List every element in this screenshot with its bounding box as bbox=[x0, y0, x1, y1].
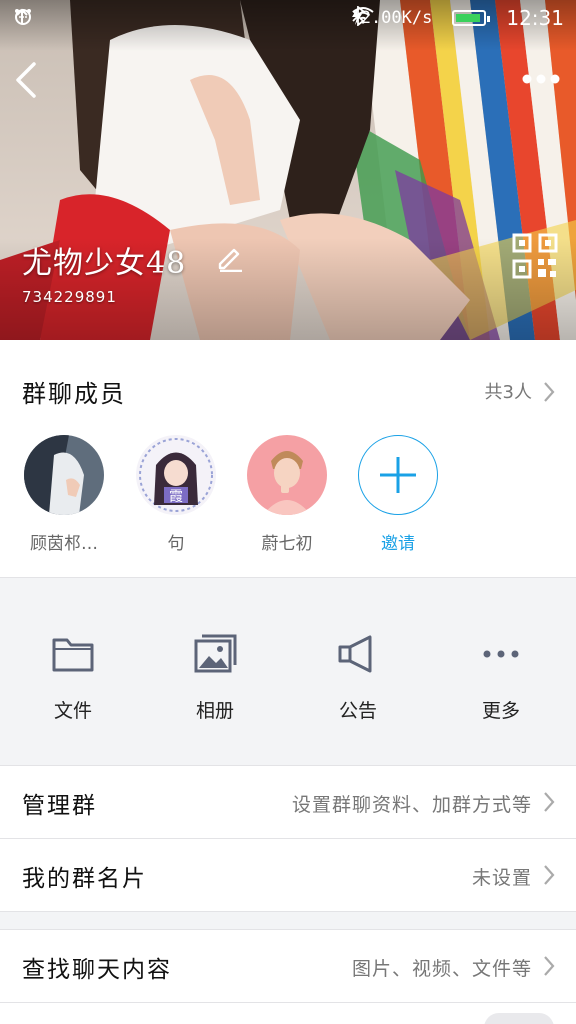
invite-label: 邀请 bbox=[381, 534, 415, 554]
members-section: 群聊成员 共3人 顾茵䢶… 霞 句 蔚七初 邀请 bbox=[0, 340, 576, 577]
row-title: 管理群 bbox=[22, 793, 97, 819]
status-bar: 2.00K/s 12:31 bbox=[0, 0, 576, 38]
plus-icon bbox=[380, 457, 416, 493]
action-label: 更多 bbox=[481, 700, 520, 722]
chevron-right-icon[interactable] bbox=[542, 380, 556, 404]
quick-actions: 文件 相册 公告 更多 bbox=[0, 580, 576, 765]
more-button[interactable] bbox=[520, 64, 562, 94]
member-name: 句 bbox=[167, 534, 185, 554]
row-divider bbox=[0, 911, 576, 912]
action-files[interactable]: 文件 bbox=[13, 632, 133, 723]
action-album[interactable]: 相册 bbox=[155, 632, 275, 723]
chevron-right-icon bbox=[544, 792, 555, 812]
member-name: 顾茵䢶… bbox=[30, 534, 98, 554]
row-value: 图片、视频、文件等 bbox=[351, 958, 532, 980]
action-more[interactable]: 更多 bbox=[441, 632, 561, 723]
chevron-right-icon bbox=[544, 865, 555, 885]
avatar bbox=[247, 435, 327, 515]
row-next bbox=[0, 1003, 576, 1024]
edit-name-button[interactable] bbox=[216, 244, 244, 272]
row-my-group-card[interactable]: 我的群名片 未设置 bbox=[0, 839, 576, 911]
invite-circle bbox=[358, 435, 438, 515]
chevron-right-icon bbox=[544, 956, 555, 976]
action-label: 公告 bbox=[338, 700, 377, 722]
action-label: 相册 bbox=[195, 700, 234, 722]
member-name: 蔚七初 bbox=[261, 534, 313, 554]
invite-button[interactable]: 邀请 bbox=[343, 435, 453, 554]
row-title: 查找聊天内容 bbox=[22, 957, 172, 983]
avatar: 霞 bbox=[136, 435, 216, 515]
group-info-page: 2.00K/s 12:31 尤物少女48 734229891 群聊成员 共3人 … bbox=[0, 0, 576, 1024]
row-manage-group[interactable]: 管理群 设置群聊资料、加群方式等 bbox=[0, 766, 576, 838]
toggle-switch[interactable] bbox=[484, 1013, 554, 1024]
row-value: 未设置 bbox=[471, 867, 532, 889]
photo-album-icon bbox=[194, 634, 237, 673]
members-count[interactable]: 共3人 bbox=[485, 378, 532, 404]
edit-icon bbox=[218, 248, 242, 272]
status-time: 12:31 bbox=[506, 6, 564, 30]
action-label: 文件 bbox=[53, 700, 92, 722]
member-item[interactable]: 霞 句 bbox=[121, 435, 231, 554]
members-title: 群聊成员 bbox=[22, 380, 126, 408]
back-button[interactable] bbox=[10, 58, 46, 102]
section-divider bbox=[0, 577, 576, 578]
svg-text:霞: 霞 bbox=[169, 489, 183, 505]
avatar bbox=[24, 435, 104, 515]
back-icon bbox=[16, 62, 36, 98]
member-item[interactable]: 蔚七初 bbox=[232, 435, 342, 554]
row-search-chat[interactable]: 查找聊天内容 图片、视频、文件等 bbox=[0, 930, 576, 1002]
row-title: 我的群名片 bbox=[22, 866, 147, 892]
row-value: 设置群聊资料、加群方式等 bbox=[291, 794, 532, 816]
more-dots-icon bbox=[483, 650, 519, 658]
folder-icon bbox=[52, 638, 94, 672]
group-id: 734229891 bbox=[22, 288, 117, 306]
member-item[interactable]: 顾茵䢶… bbox=[9, 435, 119, 554]
battery-icon bbox=[452, 10, 491, 26]
more-icon bbox=[522, 74, 560, 84]
qr-code-button[interactable] bbox=[512, 233, 558, 279]
qr-code-icon bbox=[512, 233, 558, 279]
group-cover-image: 2.00K/s 12:31 尤物少女48 734229891 bbox=[0, 0, 576, 340]
megaphone-icon bbox=[338, 635, 372, 673]
action-announcement[interactable]: 公告 bbox=[298, 632, 418, 723]
group-name: 尤物少女48 bbox=[22, 246, 187, 281]
